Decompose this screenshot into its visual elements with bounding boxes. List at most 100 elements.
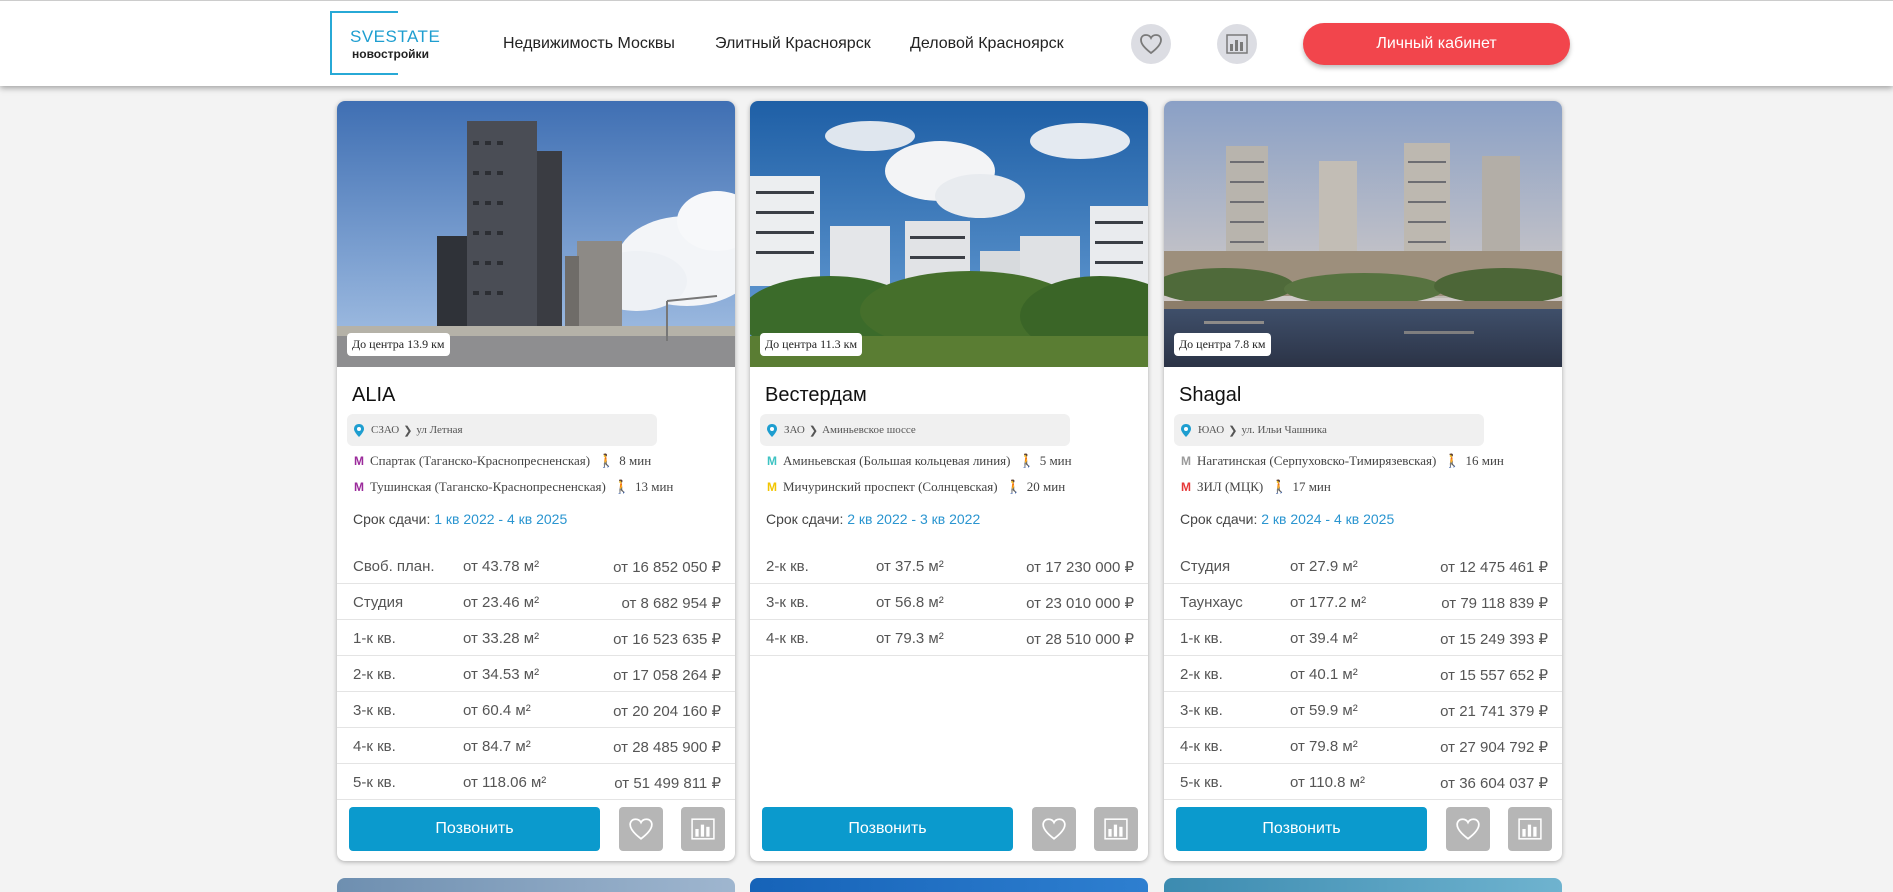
next-card-preview[interactable] <box>750 878 1148 892</box>
bar-chart-icon <box>1104 818 1128 840</box>
street-label[interactable]: ул Летная <box>416 424 462 436</box>
table-row[interactable]: 2-к кв. от 37.5 м² от 17 230 000 ₽ <box>750 548 1148 584</box>
next-card-preview[interactable] <box>1164 878 1562 892</box>
property-photo[interactable] <box>337 101 735 367</box>
metro-station: M Аминьевская (Большая кольцевая линия) … <box>767 453 1072 469</box>
metro-icon: M <box>767 480 777 494</box>
favorite-button[interactable] <box>1446 807 1490 851</box>
district-label[interactable]: СЗАО <box>371 424 399 436</box>
metro-station: M Нагатинская (Серпуховско-Тимирязевская… <box>1181 453 1504 469</box>
address-breadcrumb: ЮАО ❯ ул. Ильи Чашника <box>1174 414 1484 446</box>
apartment-price: от 8 682 954 ₽ <box>621 595 722 612</box>
property-card-alia[interactable]: До центра 13.9 км ALIA СЗАО ❯ ул Летная … <box>337 101 735 861</box>
metro-station: M Мичуринский проспект (Солнцевская) 🚶 2… <box>767 479 1065 495</box>
next-card-preview[interactable] <box>337 878 735 892</box>
street-label[interactable]: Аминьевское шоссе <box>822 424 916 436</box>
table-row[interactable]: Студия от 23.46 м² от 8 682 954 ₽ <box>337 584 735 620</box>
location-pin-icon <box>354 423 364 437</box>
apartment-price: от 20 204 160 ₽ <box>613 703 721 720</box>
property-card-westerdam[interactable]: До центра 11.3 км Вестердам ЗАО ❯ Аминье… <box>750 101 1148 861</box>
favorite-button[interactable] <box>1032 807 1076 851</box>
completion-deadline: Срок сдачи: 2 кв 2024 - 4 кв 2025 <box>1180 511 1394 527</box>
personal-account-button[interactable]: Личный кабинет <box>1303 23 1570 65</box>
compare-button[interactable] <box>681 807 725 851</box>
apartment-area: от 110.8 м² <box>1290 774 1365 791</box>
metro-icon: M <box>1181 480 1191 494</box>
table-row[interactable]: 5-к кв. от 110.8 м² от 36 604 037 ₽ <box>1164 764 1562 800</box>
favorites-button[interactable] <box>1131 24 1171 64</box>
call-button[interactable]: Позвонить <box>349 807 600 851</box>
table-row[interactable]: Студия от 27.9 м² от 12 475 461 ₽ <box>1164 548 1562 584</box>
apartment-type: 2-к кв. <box>766 558 809 575</box>
apartment-price: от 21 741 379 ₽ <box>1440 703 1548 720</box>
district-label[interactable]: ЮАО <box>1198 424 1224 436</box>
property-photo[interactable] <box>1164 101 1562 367</box>
apartment-type: 4-к кв. <box>1180 738 1223 755</box>
nav-moscow-realty[interactable]: Недвижимость Москвы <box>503 35 675 53</box>
apartment-area: от 33.28 м² <box>463 630 540 647</box>
call-button[interactable]: Позвонить <box>1176 807 1427 851</box>
table-row[interactable]: 3-к кв. от 59.9 м² от 21 741 379 ₽ <box>1164 692 1562 728</box>
apartment-area: от 60.4 м² <box>463 702 531 719</box>
property-title[interactable]: Вестердам <box>765 384 867 407</box>
metro-icon: M <box>354 454 364 468</box>
table-row[interactable]: 4-к кв. от 84.7 м² от 28 485 900 ₽ <box>337 728 735 764</box>
walking-person-icon: 🚶 <box>1018 453 1035 468</box>
table-row[interactable]: Таунхаус от 177.2 м² от 79 118 839 ₽ <box>1164 584 1562 620</box>
logo[interactable]: SVESTATE новостройки <box>330 11 441 75</box>
metro-station-name: Спартак (Таганско-Краснопресненская) <box>370 453 591 468</box>
apartment-price: от 12 475 461 ₽ <box>1440 559 1548 576</box>
deadline-value: 1 кв 2022 - 4 кв 2025 <box>434 511 568 527</box>
heart-icon <box>1456 818 1480 840</box>
address-breadcrumb: СЗАО ❯ ул Летная <box>347 414 657 446</box>
apartment-area: от 56.8 м² <box>876 594 944 611</box>
table-row[interactable]: 5-к кв. от 118.06 м² от 51 499 811 ₽ <box>337 764 735 800</box>
apartment-type: Своб. план. <box>353 558 435 575</box>
logo-brand: SVESTATE <box>350 27 441 46</box>
apartment-type: 3-к кв. <box>353 702 396 719</box>
nav-elite-krasnoyarsk[interactable]: Элитный Красноярск <box>715 35 871 53</box>
apartment-type: 1-к кв. <box>1180 630 1223 647</box>
apartment-area: от 79.3 м² <box>876 630 944 647</box>
metro-station: M Спартак (Таганско-Краснопресненская) 🚶… <box>354 453 651 469</box>
table-row[interactable]: 4-к кв. от 79.3 м² от 28 510 000 ₽ <box>750 620 1148 656</box>
table-row[interactable]: Своб. план. от 43.78 м² от 16 852 050 ₽ <box>337 548 735 584</box>
table-row[interactable]: 4-к кв. от 79.8 м² от 27 904 792 ₽ <box>1164 728 1562 764</box>
heart-icon <box>1140 34 1162 55</box>
property-photo[interactable] <box>750 101 1148 367</box>
apartment-type: Студия <box>353 594 404 611</box>
table-row[interactable]: 2-к кв. от 34.53 м² от 17 058 264 ₽ <box>337 656 735 692</box>
apartment-price-table: 2-к кв. от 37.5 м² от 17 230 000 ₽ 3-к кв.… <box>750 548 1148 656</box>
walking-person-icon: 🚶 <box>598 453 615 468</box>
compare-button[interactable] <box>1094 807 1138 851</box>
metro-station-name: Мичуринский проспект (Солнцевская) <box>783 479 998 494</box>
district-label[interactable]: ЗАО <box>784 424 805 436</box>
deadline-value: 2 кв 2024 - 4 кв 2025 <box>1261 511 1395 527</box>
property-title[interactable]: Shagal <box>1179 384 1241 407</box>
apartment-area: от 118.06 м² <box>463 774 547 791</box>
favorite-button[interactable] <box>619 807 663 851</box>
apartment-area: от 27.9 м² <box>1290 558 1358 575</box>
metro-walk-time: 8 мин <box>619 453 652 468</box>
compare-button[interactable] <box>1508 807 1552 851</box>
nav-business-krasnoyarsk[interactable]: Деловой Красноярск <box>910 35 1064 53</box>
call-button[interactable]: Позвонить <box>762 807 1013 851</box>
table-row[interactable]: 3-к кв. от 56.8 м² от 23 010 000 ₽ <box>750 584 1148 620</box>
table-row[interactable]: 1-к кв. от 33.28 м² от 16 523 635 ₽ <box>337 620 735 656</box>
property-card-shagal[interactable]: До центра 7.8 км Shagal ЮАО ❯ ул. Ильи Ч… <box>1164 101 1562 861</box>
property-title[interactable]: ALIA <box>352 384 395 407</box>
walking-person-icon: 🚶 <box>1271 479 1288 494</box>
street-label[interactable]: ул. Ильи Чашника <box>1241 424 1326 436</box>
metro-station-name: Тушинская (Таганско-Краснопресненская) <box>370 479 606 494</box>
compare-button[interactable] <box>1217 24 1257 64</box>
table-row[interactable]: 2-к кв. от 40.1 м² от 15 557 652 ₽ <box>1164 656 1562 692</box>
address-breadcrumb: ЗАО ❯ Аминьевское шоссе <box>760 414 1070 446</box>
apartment-area: от 40.1 м² <box>1290 666 1358 683</box>
apartment-price-table: Своб. план. от 43.78 м² от 16 852 050 ₽ Ст… <box>337 548 735 800</box>
table-row[interactable]: 1-к кв. от 39.4 м² от 15 249 393 ₽ <box>1164 620 1562 656</box>
metro-icon: M <box>1181 454 1191 468</box>
table-row[interactable]: 3-к кв. от 60.4 м² от 20 204 160 ₽ <box>337 692 735 728</box>
apartment-area: от 59.9 м² <box>1290 702 1358 719</box>
apartment-price: от 51 499 811 ₽ <box>614 775 721 792</box>
apartment-price: от 15 249 393 ₽ <box>1440 631 1548 648</box>
